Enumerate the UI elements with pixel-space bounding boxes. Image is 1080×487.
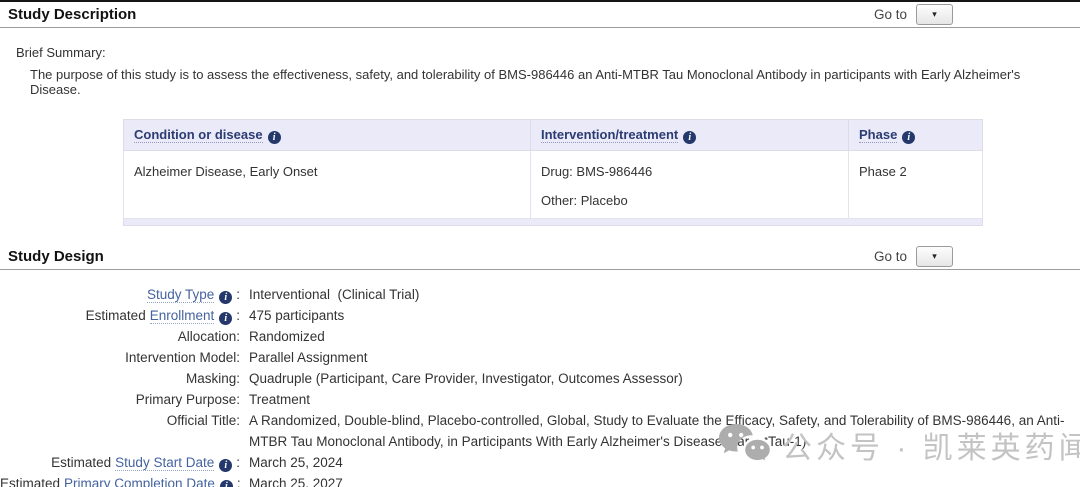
section-divider: [0, 27, 1080, 28]
primary-purpose-value: Treatment: [249, 389, 310, 410]
info-icon[interactable]: i: [220, 480, 233, 487]
phase-header-link[interactable]: Phase: [859, 127, 897, 143]
primary-completion-date-value: March 25, 2027: [249, 473, 343, 487]
condition-cell: Alzheimer Disease, Early Onset: [124, 151, 531, 219]
row-official-title: Official Title: A Randomized, Double-bli…: [0, 410, 1080, 452]
allocation-value: Randomized: [249, 326, 325, 347]
section-divider: [0, 269, 1080, 270]
info-icon[interactable]: i: [219, 312, 232, 325]
masking-value: Quadruple (Participant, Care Provider, I…: [249, 368, 683, 389]
study-type-link[interactable]: Study Type: [147, 287, 214, 303]
study-record-page: Study Description Go to ▾ Brief Summary:…: [0, 0, 1080, 487]
row-primary-completion-date: EstimatedPrimary Completion Datei: March…: [0, 473, 1080, 487]
intervention-other: Other: Placebo: [541, 193, 838, 208]
row-enrollment: EstimatedEnrollmenti: 475 participants: [0, 305, 1080, 326]
official-title-label: Official Title:: [0, 410, 240, 431]
table-row: Alzheimer Disease, Early Onset Drug: BMS…: [124, 151, 983, 219]
info-icon[interactable]: i: [219, 291, 232, 304]
column-header-phase: Phasei: [849, 120, 983, 151]
row-allocation: Allocation: Randomized: [0, 326, 1080, 347]
goto-label: Go to: [874, 249, 907, 264]
table-footer-strip: [124, 219, 983, 226]
study-design-details: Study Typei: Interventional (Clinical Tr…: [0, 284, 1080, 487]
goto-dropdown-button[interactable]: ▾: [916, 4, 953, 25]
goto-control-design: Go to ▾: [874, 246, 953, 267]
row-primary-purpose: Primary Purpose: Treatment: [0, 389, 1080, 410]
study-design-header: Study Design Go to ▾: [0, 244, 1080, 269]
chevron-down-icon: ▾: [932, 251, 937, 262]
column-header-condition: Condition or disease i: [124, 120, 531, 151]
study-start-date-link[interactable]: Study Start Date: [115, 455, 214, 471]
enrollment-link[interactable]: Enrollment: [150, 308, 215, 324]
row-start-date: EstimatedStudy Start Datei: March 25, 20…: [0, 452, 1080, 473]
goto-label: Go to: [874, 7, 907, 22]
info-icon[interactable]: i: [268, 131, 281, 144]
condition-header-link[interactable]: Condition or disease: [134, 127, 263, 143]
study-description-title: Study Description: [8, 6, 136, 23]
primary-purpose-label: Primary Purpose:: [0, 389, 240, 410]
intervention-drug: Drug: BMS-986446: [541, 164, 838, 179]
info-icon[interactable]: i: [219, 459, 232, 472]
primary-completion-date-link[interactable]: Primary Completion Date: [64, 476, 215, 487]
intervention-header-link[interactable]: Intervention/treatment: [541, 127, 678, 143]
enrollment-value: 475 participants: [249, 305, 344, 326]
intervention-model-label: Intervention Model:: [0, 347, 240, 368]
info-icon[interactable]: i: [902, 131, 915, 144]
row-label: Study Typei:: [0, 284, 240, 305]
masking-label: Masking:: [0, 368, 240, 389]
goto-dropdown-button[interactable]: ▾: [916, 246, 953, 267]
intervention-model-value: Parallel Assignment: [249, 347, 368, 368]
condition-table: Condition or disease i Intervention/treat…: [123, 119, 983, 226]
official-title-value: A Randomized, Double-blind, Placebo-cont…: [249, 410, 1067, 452]
brief-summary-text: The purpose of this study is to assess t…: [30, 67, 1050, 97]
phase-cell: Phase 2: [849, 151, 983, 219]
row-label: EstimatedStudy Start Datei:: [0, 452, 240, 473]
row-intervention-model: Intervention Model: Parallel Assignment: [0, 347, 1080, 368]
column-header-intervention: Intervention/treatment i: [531, 120, 849, 151]
intervention-cell: Drug: BMS-986446 Other: Placebo: [531, 151, 849, 219]
condition-table-wrap: Condition or disease i Intervention/treat…: [123, 119, 1080, 226]
row-label: EstimatedEnrollmenti:: [0, 305, 240, 326]
allocation-label: Allocation:: [0, 326, 240, 347]
brief-summary-label: Brief Summary:: [16, 45, 1080, 60]
row-label: EstimatedPrimary Completion Datei:: [0, 473, 240, 487]
goto-control-description: Go to ▾: [874, 4, 953, 25]
row-masking: Masking: Quadruple (Participant, Care Pr…: [0, 368, 1080, 389]
study-design-title: Study Design: [8, 248, 104, 265]
study-description-header: Study Description Go to ▾: [0, 2, 1080, 27]
table-header-row: Condition or disease i Intervention/treat…: [124, 120, 983, 151]
chevron-down-icon: ▾: [932, 9, 937, 20]
info-icon[interactable]: i: [683, 131, 696, 144]
study-start-date-value: March 25, 2024: [249, 452, 343, 473]
study-type-value: Interventional (Clinical Trial): [249, 284, 419, 305]
row-study-type: Study Typei: Interventional (Clinical Tr…: [0, 284, 1080, 305]
